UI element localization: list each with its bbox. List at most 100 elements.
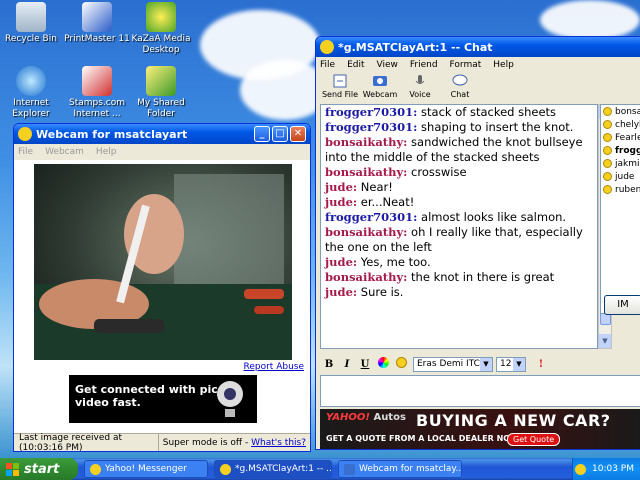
menu-webcam[interactable]: Webcam — [45, 147, 84, 157]
message-nick[interactable]: frogger70301: — [325, 120, 417, 134]
chat-title: *g.MSATClayArt:1 -- Chat — [338, 40, 493, 54]
user-list-item[interactable]: chelyh — [601, 118, 640, 131]
desktop-icon-printmaster[interactable]: PrintMaster 11 — [60, 2, 134, 45]
task-label: *g.MSATClayArt:1 -- ... — [235, 464, 332, 474]
webcam-button[interactable]: Webcam — [360, 73, 400, 103]
menu-file[interactable]: File — [320, 60, 335, 70]
webcam-window[interactable]: Webcam for msatclayart _ □ ✕ File Webcam… — [13, 123, 311, 452]
chevron-down-icon: ▼ — [513, 357, 525, 371]
webcam-ad-banner[interactable]: Get connected with pics or video fast. — [69, 375, 257, 423]
chat-window[interactable]: *g.MSATClayArt:1 -- Chat File Edit View … — [315, 36, 640, 450]
minimize-button[interactable]: _ — [254, 126, 270, 142]
user-list-item[interactable]: jude — [601, 170, 640, 183]
user-list-item[interactable]: bonsa — [601, 105, 640, 118]
report-abuse-link[interactable]: Report Abuse — [244, 362, 305, 372]
smiley-icon — [603, 107, 612, 116]
voice-button[interactable]: Voice — [400, 73, 440, 103]
emoticon-button[interactable] — [392, 357, 410, 371]
user-list-item[interactable]: frogg — [601, 144, 640, 157]
message-text: Yes, me too. — [357, 255, 431, 269]
chat-toolbar: Send File Webcam Voice Chat — [316, 73, 640, 103]
yahoo-messenger-icon — [90, 463, 101, 475]
get-quote-button[interactable]: Get Quote — [507, 433, 561, 446]
scroll-down-arrow[interactable]: ▼ — [599, 334, 611, 348]
message-nick[interactable]: bonsaikathy: — [325, 270, 407, 284]
chat-message: bonsaikathy: the knot in there is great — [325, 270, 593, 285]
im-button[interactable]: IM — [604, 295, 640, 315]
desktop-icon-stamps[interactable]: Stamps.com Internet ... — [60, 66, 134, 120]
buzz-icon[interactable]: ! — [532, 359, 550, 370]
message-nick[interactable]: bonsaikathy: — [325, 225, 407, 239]
smiley-icon — [395, 357, 407, 368]
task-webcam-window[interactable]: Webcam for msatclay... — [338, 460, 462, 478]
chat-message: jude: er...Neat! — [325, 195, 593, 210]
whats-this-link[interactable]: What's this? — [251, 438, 306, 448]
user-name: frogg — [615, 145, 640, 156]
smiley-icon — [603, 146, 612, 155]
smiley-icon — [603, 120, 612, 129]
taskbar: start Yahoo! Messenger *g.MSATClayArt:1 … — [0, 458, 640, 480]
user-list-item[interactable]: rubens — [601, 183, 640, 196]
menu-view[interactable]: View — [377, 60, 398, 70]
message-nick[interactable]: bonsaikathy: — [325, 165, 407, 179]
close-button[interactable]: ✕ — [290, 126, 306, 142]
desktop-icon-recycle-bin[interactable]: Recycle Bin — [0, 2, 68, 45]
chat-message: frogger70301: shaping to insert the knot… — [325, 120, 593, 135]
recycle-bin-icon — [16, 2, 46, 32]
message-nick[interactable]: jude: — [325, 195, 357, 209]
start-button[interactable]: start — [0, 458, 78, 480]
user-list-item[interactable]: jakmia — [601, 157, 640, 170]
message-text: the knot in there is great — [407, 270, 555, 284]
underline-button[interactable]: U — [356, 359, 374, 370]
chat-message: jude: Sure is. — [325, 285, 593, 300]
webcam-titlebar[interactable]: Webcam for msatclayart _ □ ✕ — [14, 124, 310, 144]
messenger-tray-icon[interactable] — [575, 463, 586, 475]
send-file-label: Send File — [321, 90, 359, 99]
webcam-menubar: File Webcam Help — [14, 144, 310, 160]
menu-help[interactable]: Help — [493, 60, 514, 70]
chat-titlebar[interactable]: *g.MSATClayArt:1 -- Chat — [316, 37, 640, 57]
chat-message: bonsaikathy: crosswise — [325, 165, 593, 180]
menu-edit[interactable]: Edit — [347, 60, 364, 70]
menu-file[interactable]: File — [18, 147, 33, 157]
menu-format[interactable]: Format — [450, 60, 482, 70]
font-size: 12 — [500, 359, 512, 369]
message-nick[interactable]: jude: — [325, 285, 357, 299]
chat-message: frogger70301: stack of stacked sheets — [325, 105, 593, 120]
voice-label: Voice — [409, 90, 431, 99]
user-list-item[interactable]: Fearle — [601, 131, 640, 144]
font-select[interactable]: Eras Demi ITC ▼ — [413, 356, 493, 372]
task-chat-window[interactable]: *g.MSATClayArt:1 -- ... — [214, 460, 332, 478]
font-name: Eras Demi ITC — [417, 359, 480, 369]
maximize-button[interactable]: □ — [272, 126, 288, 142]
kazaa-icon — [146, 2, 176, 32]
font-size-select[interactable]: 12 ▼ — [496, 356, 526, 372]
webcam-icon — [18, 127, 32, 141]
chat-button[interactable]: Chat — [440, 73, 480, 103]
message-nick[interactable]: frogger70301: — [325, 210, 417, 224]
message-nick[interactable]: jude: — [325, 180, 357, 194]
send-file-button[interactable]: Send File — [320, 73, 360, 103]
super-mode-status: Super mode is off - What's this? — [159, 438, 310, 448]
chat-ad-banner[interactable]: YAHOO! Autos BUYING A NEW CAR? GET A QUO… — [320, 409, 640, 449]
message-nick[interactable]: jude: — [325, 255, 357, 269]
desktop-icon-kazaa[interactable]: KaZaA Media Desktop — [124, 2, 198, 56]
desktop-icon-internet-explorer[interactable]: Internet Explorer — [0, 66, 68, 120]
message-nick[interactable]: frogger70301: — [325, 105, 417, 119]
menu-help[interactable]: Help — [96, 147, 117, 157]
bold-button[interactable]: B — [320, 359, 338, 370]
format-toolbar: B I U Eras Demi ITC ▼ 12 ▼ ! — [320, 355, 640, 373]
color-palette-icon — [377, 357, 389, 368]
user-name: rubens — [615, 184, 640, 195]
chat-task-icon — [220, 463, 231, 475]
desktop-icon-shared-folder[interactable]: My Shared Folder — [124, 66, 198, 120]
desktop-icon-label: Recycle Bin — [5, 34, 57, 44]
message-input[interactable] — [320, 375, 640, 407]
message-nick[interactable]: bonsaikathy: — [325, 135, 407, 149]
menu-friend[interactable]: Friend — [410, 60, 438, 70]
messenger-icon — [320, 40, 334, 54]
italic-button[interactable]: I — [338, 359, 356, 370]
shared-folder-icon — [146, 66, 176, 96]
task-yahoo-messenger[interactable]: Yahoo! Messenger — [84, 460, 208, 478]
color-button[interactable] — [374, 357, 392, 371]
